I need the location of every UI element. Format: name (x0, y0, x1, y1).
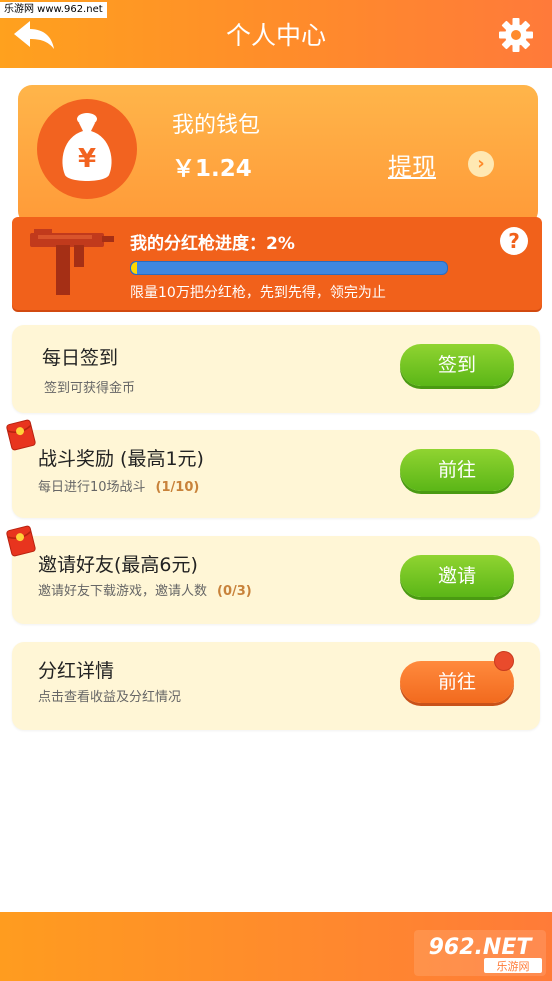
task-description: 邀请好友下载游戏，邀请人数 (0/3) (38, 580, 252, 599)
invite-button[interactable]: 邀请 (400, 555, 514, 597)
gun-description: 限量10万把分红枪，先到先得，领完为止 (130, 285, 386, 301)
header-bar: 乐游网 www.962.net 个人中心 (0, 0, 552, 68)
gun-progress-bar (130, 261, 448, 275)
task-description: 每日进行10场战斗 (1/10) (38, 476, 199, 495)
svg-text:962.NET: 962.NET (429, 935, 534, 960)
gear-icon[interactable] (498, 17, 534, 53)
task-title: 邀请好友(最高6元) (38, 554, 198, 576)
wallet-icon-circle: ¥ (37, 99, 137, 199)
task-title: 每日签到 (42, 347, 119, 369)
page-title: 个人中心 (225, 21, 326, 50)
gun-progress-title: 我的分红枪进度：2% (130, 234, 295, 254)
task-count: (0/3) (217, 584, 252, 599)
task-title: 分红详情 (38, 660, 115, 682)
task-description: 点击查看收益及分红情况 (38, 690, 182, 705)
wallet-title: 我的钱包 (172, 113, 261, 138)
site-logo-watermark: 962.NET 乐游网 (414, 930, 546, 976)
gun-icon (30, 229, 114, 295)
dividend-gun-banner: 我的分红枪进度：2% ? 限量10万把分红枪，先到先得，领完为止 (12, 217, 542, 310)
moneybag-icon: ¥ (62, 113, 112, 181)
task-desc-text: 邀请好友下载游戏，邀请人数 (38, 584, 208, 599)
notification-dot (494, 651, 514, 671)
task-daily-checkin: 每日签到 签到可获得金币 签到 (12, 325, 540, 413)
task-dividend-details: 分红详情 点击查看收益及分红情况 前往 (12, 642, 540, 730)
help-icon[interactable]: ? (500, 227, 528, 255)
svg-text:¥: ¥ (78, 144, 96, 174)
task-desc-text: 每日进行10场战斗 (38, 480, 146, 495)
red-envelope-icon (6, 525, 36, 557)
dividend-go-button[interactable]: 前往 (400, 651, 514, 703)
gun-progress-fill (131, 262, 138, 274)
task-invite-friends: 邀请好友(最高6元) 邀请好友下载游戏，邀请人数 (0/3) 邀请 (12, 536, 540, 624)
wallet-balance: ￥1.24 (172, 156, 252, 182)
task-description: 签到可获得金币 (44, 381, 136, 396)
checkin-button[interactable]: 签到 (400, 344, 514, 386)
task-count: (1/10) (155, 480, 200, 495)
dividend-go-label: 前往 (437, 671, 476, 693)
withdraw-link[interactable]: 提现 (388, 147, 436, 182)
battle-go-button[interactable]: 前往 (400, 449, 514, 491)
wallet-card: ¥ 我的钱包 ￥1.24 提现 › (18, 85, 538, 225)
svg-text:乐游网: 乐游网 (497, 960, 530, 973)
personal-center-page: 乐游网 www.962.net 个人中心 ¥ 我的钱包 ￥1.24 提现 › 我… (0, 0, 552, 981)
withdraw-arrow-icon[interactable]: › (468, 151, 494, 177)
footer-bar: 962.NET 乐游网 (0, 912, 552, 981)
task-title: 战斗奖励 (最高1元) (38, 448, 204, 470)
task-battle-reward: 战斗奖励 (最高1元) 每日进行10场战斗 (1/10) 前往 (12, 430, 540, 518)
red-envelope-icon (6, 419, 36, 451)
